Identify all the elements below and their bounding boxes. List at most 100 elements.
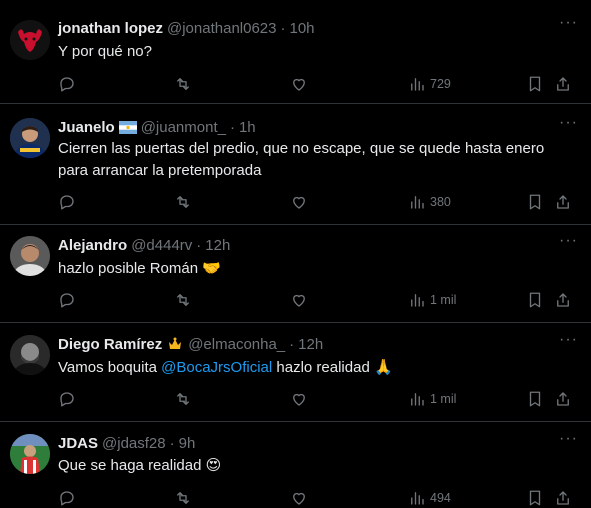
more-icon[interactable]: ··· bbox=[559, 431, 577, 452]
handshake-emoji: 🤝 bbox=[202, 260, 221, 277]
mention-link[interactable]: @BocaJrsOficial bbox=[161, 359, 272, 376]
bookmark-icon bbox=[529, 292, 541, 308]
more-icon[interactable]: ··· bbox=[559, 332, 577, 353]
views-count: 1 mil bbox=[430, 392, 457, 406]
author-name[interactable]: Alejandro bbox=[58, 237, 127, 254]
views-count: 494 bbox=[430, 491, 451, 505]
like-icon bbox=[293, 492, 305, 505]
retweet-button[interactable] bbox=[174, 192, 192, 212]
bookmark-button[interactable] bbox=[526, 192, 544, 212]
timestamp[interactable]: 1h bbox=[239, 119, 256, 136]
views-button[interactable]: 1 mil bbox=[408, 290, 456, 310]
reply-feed: jonathan lopez @jonathanl0623 · 10h ··· … bbox=[0, 0, 591, 506]
user-photo-icon bbox=[10, 434, 50, 474]
action-bar: 494 bbox=[58, 488, 576, 508]
like-icon bbox=[293, 196, 305, 209]
tweet-text-row: Que se haga realidad 😍 bbox=[58, 455, 221, 477]
avatar[interactable] bbox=[10, 335, 50, 375]
author-handle[interactable]: @jonathanl0623 bbox=[167, 20, 276, 37]
user-photo-icon bbox=[10, 118, 50, 158]
share-button[interactable] bbox=[554, 192, 572, 212]
share-button[interactable] bbox=[554, 74, 572, 94]
author-name[interactable]: JDAS bbox=[58, 435, 98, 452]
like-button[interactable] bbox=[290, 74, 308, 94]
reply-button[interactable] bbox=[58, 389, 76, 409]
author-handle[interactable]: @elmaconha_ bbox=[188, 336, 285, 353]
retweet-button[interactable] bbox=[174, 389, 192, 409]
retweet-button[interactable] bbox=[174, 74, 192, 94]
tweet-3[interactable]: Alejandro @d444rv · 12h ··· hazlo posibl… bbox=[0, 225, 591, 323]
share-icon bbox=[557, 392, 569, 406]
retweet-button[interactable] bbox=[174, 488, 192, 508]
timestamp[interactable]: 9h bbox=[179, 435, 196, 452]
retweet-icon bbox=[177, 294, 189, 306]
reply-button[interactable] bbox=[58, 488, 76, 508]
share-icon bbox=[557, 293, 569, 307]
timestamp[interactable]: 12h bbox=[205, 237, 230, 254]
share-button[interactable] bbox=[554, 290, 572, 310]
avatar[interactable] bbox=[10, 20, 50, 60]
reply-button[interactable] bbox=[58, 290, 76, 310]
like-button[interactable] bbox=[290, 192, 308, 212]
tweet-text-row: Vamos boquita @BocaJrsOficial hazlo real… bbox=[58, 357, 393, 379]
tweet-1[interactable]: jonathan lopez @jonathanl0623 · 10h ··· … bbox=[0, 0, 591, 104]
more-icon[interactable]: ··· bbox=[559, 115, 577, 136]
views-button[interactable]: 380 bbox=[408, 192, 451, 212]
views-button[interactable]: 729 bbox=[408, 74, 451, 94]
reply-button[interactable] bbox=[58, 192, 76, 212]
tweet-text: Que se haga realidad bbox=[58, 457, 202, 474]
bookmark-icon bbox=[529, 391, 541, 407]
bookmark-icon bbox=[529, 194, 541, 210]
like-button[interactable] bbox=[290, 389, 308, 409]
author-handle[interactable]: @jdasf28 bbox=[102, 435, 166, 452]
timestamp[interactable]: 10h bbox=[289, 20, 314, 37]
bulls-logo-avatar-icon bbox=[10, 20, 50, 60]
tweet-text-end: hazlo realidad bbox=[272, 359, 370, 376]
more-icon[interactable]: ··· bbox=[559, 15, 577, 36]
more-icon[interactable]: ··· bbox=[559, 233, 577, 254]
avatar[interactable] bbox=[10, 434, 50, 474]
retweet-icon bbox=[177, 393, 189, 405]
retweet-icon bbox=[177, 492, 189, 504]
avatar[interactable] bbox=[10, 236, 50, 276]
crown-badge-icon bbox=[166, 336, 184, 352]
timestamp[interactable]: 12h bbox=[298, 336, 323, 353]
author-name[interactable]: Juanelo bbox=[58, 119, 115, 136]
action-bar: 1 mil bbox=[58, 290, 576, 310]
views-button[interactable]: 1 mil bbox=[408, 389, 456, 409]
like-icon bbox=[293, 78, 305, 91]
retweet-icon bbox=[177, 196, 189, 208]
praying-hands-emoji: 🙏 bbox=[373, 359, 393, 376]
author-name[interactable]: Diego Ramírez bbox=[58, 336, 162, 353]
bookmark-button[interactable] bbox=[526, 74, 544, 94]
share-button[interactable] bbox=[554, 488, 572, 508]
action-bar: 1 mil bbox=[58, 389, 576, 409]
bookmark-icon bbox=[529, 490, 541, 506]
author-handle[interactable]: @juanmont_ bbox=[141, 119, 226, 136]
share-button[interactable] bbox=[554, 389, 572, 409]
share-icon bbox=[557, 77, 569, 91]
like-button[interactable] bbox=[290, 488, 308, 508]
avatar[interactable] bbox=[10, 118, 50, 158]
tweet-text-row: hazlo posible Román 🤝 bbox=[58, 258, 221, 280]
tweet-5[interactable]: JDAS @jdasf28 · 9h ··· Que se haga reali… bbox=[0, 422, 591, 506]
like-button[interactable] bbox=[290, 290, 308, 310]
reply-button[interactable] bbox=[58, 74, 76, 94]
tweet-4[interactable]: Diego Ramírez @elmaconha_ · 12h ··· Vamo… bbox=[0, 323, 591, 422]
like-icon bbox=[293, 294, 305, 307]
author-handle[interactable]: @d444rv bbox=[131, 237, 192, 254]
action-bar: 380 bbox=[58, 192, 576, 212]
views-button[interactable]: 494 bbox=[408, 488, 451, 508]
tweet-text: hazlo posible Román bbox=[58, 260, 199, 277]
tweet-2[interactable]: Juanelo @juanmont_ · 1h ··· Cierren las … bbox=[0, 104, 591, 225]
bookmark-button[interactable] bbox=[526, 488, 544, 508]
bookmark-button[interactable] bbox=[526, 290, 544, 310]
bookmark-button[interactable] bbox=[526, 389, 544, 409]
reply-icon bbox=[60, 293, 74, 308]
author-name[interactable]: jonathan lopez bbox=[58, 20, 163, 37]
views-count: 380 bbox=[430, 195, 451, 209]
reply-icon bbox=[60, 392, 74, 407]
separator-dot: · bbox=[169, 434, 175, 452]
views-icon bbox=[411, 196, 424, 209]
retweet-button[interactable] bbox=[174, 290, 192, 310]
